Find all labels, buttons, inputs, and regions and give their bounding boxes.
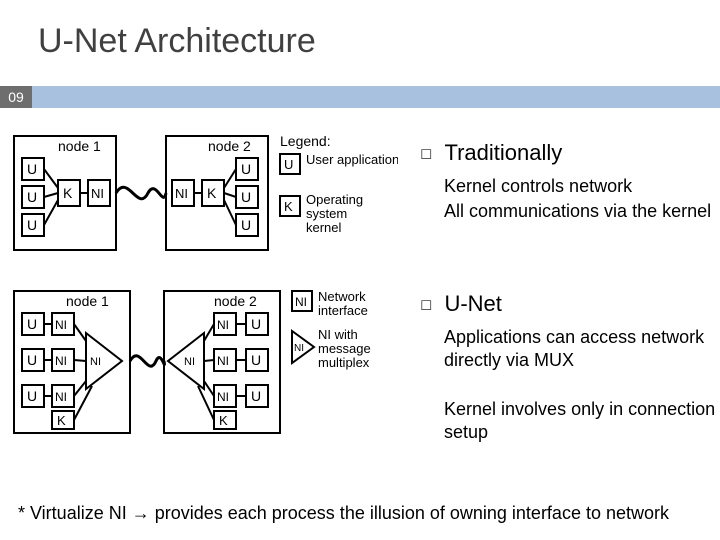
svg-text:NI: NI <box>217 318 229 332</box>
diagram-node-1: node 1 U U U K NI <box>14 136 116 250</box>
svg-text:NI with: NI with <box>318 327 358 342</box>
slide: U-Net Architecture 09 node 1 U U U K NI … <box>0 0 720 540</box>
svg-text:NI: NI <box>217 390 229 404</box>
page-title: U-Net Architecture <box>38 22 316 61</box>
svg-text:K: K <box>219 413 228 428</box>
node-label: node 2 <box>208 138 251 154</box>
svg-text:K: K <box>207 185 217 201</box>
svg-text:NI: NI <box>295 295 307 309</box>
svg-text:U: U <box>241 161 251 177</box>
header-stripe <box>0 86 720 108</box>
svg-text:interface: interface <box>318 303 368 318</box>
svg-text:NI: NI <box>184 356 195 368</box>
bullet-point: All communications via the kernel <box>444 200 711 223</box>
svg-text:U: U <box>241 189 251 205</box>
svg-text:node 1: node 1 <box>66 293 109 309</box>
svg-text:kernel: kernel <box>306 220 342 235</box>
diagram-node-2: node 2 NI K U U U <box>166 136 268 250</box>
svg-text:U: U <box>27 316 37 332</box>
bullet-point: Kernel involves only in connection setup <box>444 398 720 443</box>
svg-text:NI: NI <box>55 354 67 368</box>
footnote: * Virtualize NI → provides each process … <box>18 502 702 525</box>
svg-text:Legend:: Legend: <box>280 133 331 149</box>
svg-text:U: U <box>251 388 261 404</box>
svg-text:NI: NI <box>175 186 188 201</box>
svg-text:U: U <box>27 388 37 404</box>
svg-text:U: U <box>27 217 37 233</box>
svg-text:U: U <box>251 316 261 332</box>
svg-text:U: U <box>27 161 37 177</box>
svg-text:NI: NI <box>90 356 101 368</box>
svg-text:NI: NI <box>55 318 67 332</box>
bullet-point: Kernel controls network <box>444 175 632 198</box>
svg-text:message: message <box>318 341 371 356</box>
page-number: 09 <box>0 86 32 108</box>
diagram-legend: NI Network interface NI NI with message … <box>292 289 371 370</box>
diagram-unet: node 1 U U U NI NI NI K NI node 2 NI NI … <box>8 283 398 441</box>
svg-text:K: K <box>284 199 293 214</box>
node-label: node 1 <box>58 138 101 154</box>
svg-text:U: U <box>241 217 251 233</box>
svg-text:K: K <box>63 185 73 201</box>
section-heading: ◻ Traditionally <box>420 140 562 166</box>
diagram-legend: Legend: U User application K Operating s… <box>280 133 398 235</box>
svg-text:NI: NI <box>217 354 229 368</box>
bullet-point: Applications can access network directly… <box>444 326 720 371</box>
svg-text:U: U <box>27 189 37 205</box>
network-link-icon <box>130 356 164 366</box>
svg-text:multiplex: multiplex <box>318 355 370 370</box>
svg-text:NI: NI <box>294 343 304 354</box>
heading-text: Traditionally <box>444 140 562 166</box>
svg-text:Network: Network <box>318 289 366 304</box>
svg-text:U: U <box>284 157 293 172</box>
diagram-traditional: node 1 U U U K NI node 2 NI K U U U <box>8 128 398 258</box>
svg-text:K: K <box>57 413 66 428</box>
svg-text:node 2: node 2 <box>214 293 257 309</box>
bullet-icon: ◻ <box>420 144 432 162</box>
network-link-icon <box>116 187 166 199</box>
svg-text:U: U <box>251 352 261 368</box>
svg-text:NI: NI <box>55 390 67 404</box>
svg-text:Operating: Operating <box>306 192 363 207</box>
heading-text: U-Net <box>444 291 501 317</box>
svg-text:User application: User application <box>306 152 398 167</box>
section-heading: ◻ U-Net <box>420 291 502 317</box>
bullet-icon: ◻ <box>420 295 432 313</box>
svg-text:U: U <box>27 352 37 368</box>
svg-text:system: system <box>306 206 347 221</box>
svg-text:NI: NI <box>91 186 104 201</box>
